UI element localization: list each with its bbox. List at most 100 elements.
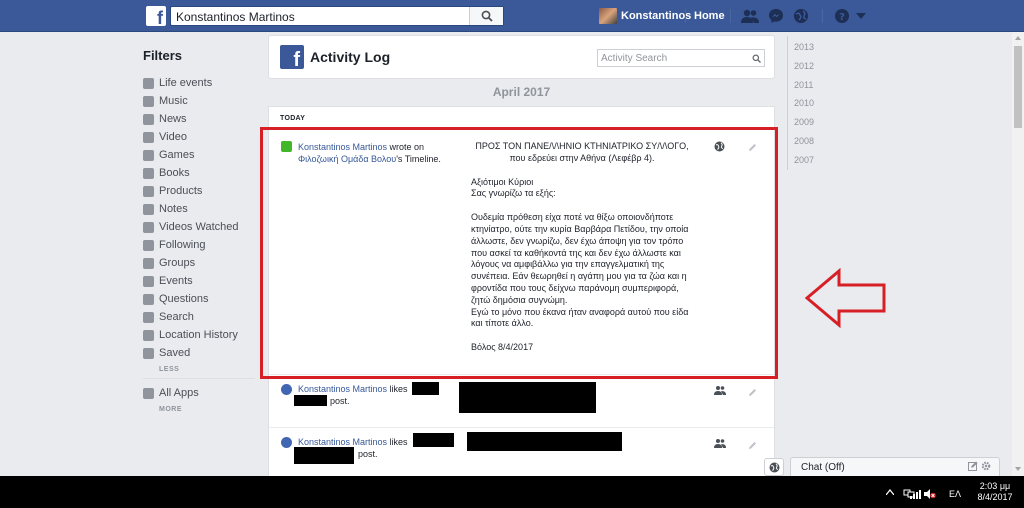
month-heading: April 2017 (492, 85, 551, 99)
page-scrollbar[interactable] (1012, 32, 1024, 476)
sidebar-item-news[interactable]: News (143, 112, 263, 128)
book-icon (143, 168, 154, 179)
top-navigation-bar: f Konstantinos Home ? (0, 0, 1024, 32)
sidebar-item-products[interactable]: Products (143, 184, 263, 200)
sidebar-item-label: Video (159, 131, 187, 143)
notifications-globe-icon[interactable] (793, 8, 809, 24)
scroll-up-arrow-icon[interactable] (1015, 36, 1021, 40)
year-link[interactable]: 2007 (794, 155, 814, 165)
redacted-name-block (294, 447, 354, 464)
flag-icon (143, 78, 154, 89)
scroll-down-arrow-icon[interactable] (1015, 467, 1021, 471)
actor-link[interactable]: Konstantinos Martinos (298, 384, 387, 394)
search-button[interactable] (469, 7, 503, 25)
nav-divider (730, 9, 731, 23)
like-icon (281, 384, 292, 395)
activity-search-box (597, 49, 765, 67)
redacted-name-block (412, 382, 439, 395)
activity-log-header: f Activity Log (268, 35, 775, 79)
volume-muted-icon[interactable] (924, 489, 936, 499)
scrollbar-thumb[interactable] (1014, 46, 1022, 128)
sidebar-item-saved[interactable]: Saved (143, 346, 263, 362)
entry-verb: likes (387, 437, 408, 447)
clock-time: 2:03 μμ (979, 481, 1011, 491)
sidebar-item-search[interactable]: Search (143, 310, 263, 326)
rss-icon (143, 240, 154, 251)
activity-log-facebook-icon: f (280, 45, 304, 69)
games-icon (143, 150, 154, 161)
help-icon[interactable]: ? (834, 8, 850, 24)
edit-pencil-icon[interactable] (748, 388, 757, 397)
messenger-icon[interactable] (768, 8, 784, 24)
home-link[interactable]: Home (694, 10, 725, 22)
chat-status-label: Chat (Off) (801, 462, 845, 473)
sidebar-item-label: Groups (159, 257, 196, 269)
redacted-name-block (294, 395, 327, 406)
nav-divider (685, 9, 686, 23)
year-link[interactable]: 2009 (794, 117, 814, 127)
svg-text:?: ? (839, 12, 845, 23)
bookmark-icon (143, 348, 154, 359)
sidebar-item-all-apps[interactable]: All Apps (143, 386, 263, 402)
today-label: TODAY (280, 115, 306, 122)
year-link[interactable]: 2008 (794, 136, 814, 146)
edit-pencil-icon[interactable] (748, 441, 757, 450)
profile-name-link[interactable]: Konstantinos (621, 10, 691, 22)
language-globe-button[interactable] (764, 458, 784, 476)
network-signal-icon[interactable] (909, 489, 921, 499)
user-avatar[interactable] (599, 8, 617, 24)
global-search-box (170, 6, 504, 26)
friend-requests-icon[interactable] (741, 8, 759, 24)
sidebar-item-label: Events (159, 275, 193, 287)
sidebar-item-questions[interactable]: Questions (143, 292, 263, 308)
groups-icon (143, 258, 154, 269)
sidebar-item-games[interactable]: Games (143, 148, 263, 164)
sidebar-item-events[interactable]: Events (143, 274, 263, 290)
redacted-content-block (467, 432, 622, 451)
account-menu-chevron-down-icon[interactable] (856, 13, 866, 19)
redacted-name-block (413, 433, 454, 447)
compose-icon[interactable] (967, 461, 978, 471)
sidebar-item-music[interactable]: Music (143, 94, 263, 110)
gear-icon[interactable] (981, 461, 991, 471)
activity-search-input[interactable] (601, 52, 741, 65)
chat-controls (967, 461, 991, 474)
friends-privacy-icon[interactable] (714, 385, 726, 395)
friends-privacy-icon[interactable] (714, 438, 726, 448)
filters-heading: Filters (143, 48, 183, 63)
sidebar-item-notes[interactable]: Notes (143, 202, 263, 218)
input-language-indicator[interactable]: ΕΛ (949, 489, 961, 499)
actor-link[interactable]: Konstantinos Martinos (298, 437, 387, 447)
calendar-icon (143, 276, 154, 287)
sidebar-item-books[interactable]: Books (143, 166, 263, 182)
chat-bar[interactable]: Chat (Off) (790, 457, 1000, 476)
sidebar-item-video[interactable]: Video (143, 130, 263, 146)
nav-divider (822, 9, 823, 23)
sidebar-item-label: Location History (159, 329, 238, 341)
sidebar-item-location-history[interactable]: Location History (143, 328, 263, 344)
year-link[interactable]: 2012 (794, 61, 814, 71)
less-toggle[interactable]: LESS (159, 366, 179, 373)
year-link[interactable]: 2010 (794, 98, 814, 108)
sidebar-item-label: Saved (159, 347, 191, 359)
global-search-input[interactable] (176, 9, 466, 24)
sidebar-item-life-events[interactable]: Life events (143, 76, 263, 92)
tray-up-arrow-icon[interactable] (886, 489, 894, 495)
sidebar-item-following[interactable]: Following (143, 238, 263, 254)
year-link[interactable]: 2011 (794, 80, 813, 90)
like-icon (281, 437, 292, 448)
sidebar-item-label: Games (159, 149, 195, 161)
sidebar-item-groups[interactable]: Groups (143, 256, 263, 272)
bag-icon (143, 186, 154, 197)
sidebar-item-label: Questions (159, 293, 209, 305)
more-toggle[interactable]: MORE (159, 406, 182, 413)
facebook-logo-icon[interactable]: f (146, 6, 166, 26)
year-link[interactable]: 2013 (794, 42, 814, 52)
sidebar-item-videos-watched[interactable]: Videos Watched (143, 220, 263, 236)
search-icon (481, 10, 493, 22)
location-icon (143, 330, 154, 341)
globe-icon (769, 462, 780, 473)
search-icon[interactable] (752, 54, 761, 63)
sidebar-item-label: All Apps (159, 387, 199, 399)
system-clock[interactable]: 2:03 μμ 8/4/2017 (970, 481, 1020, 503)
